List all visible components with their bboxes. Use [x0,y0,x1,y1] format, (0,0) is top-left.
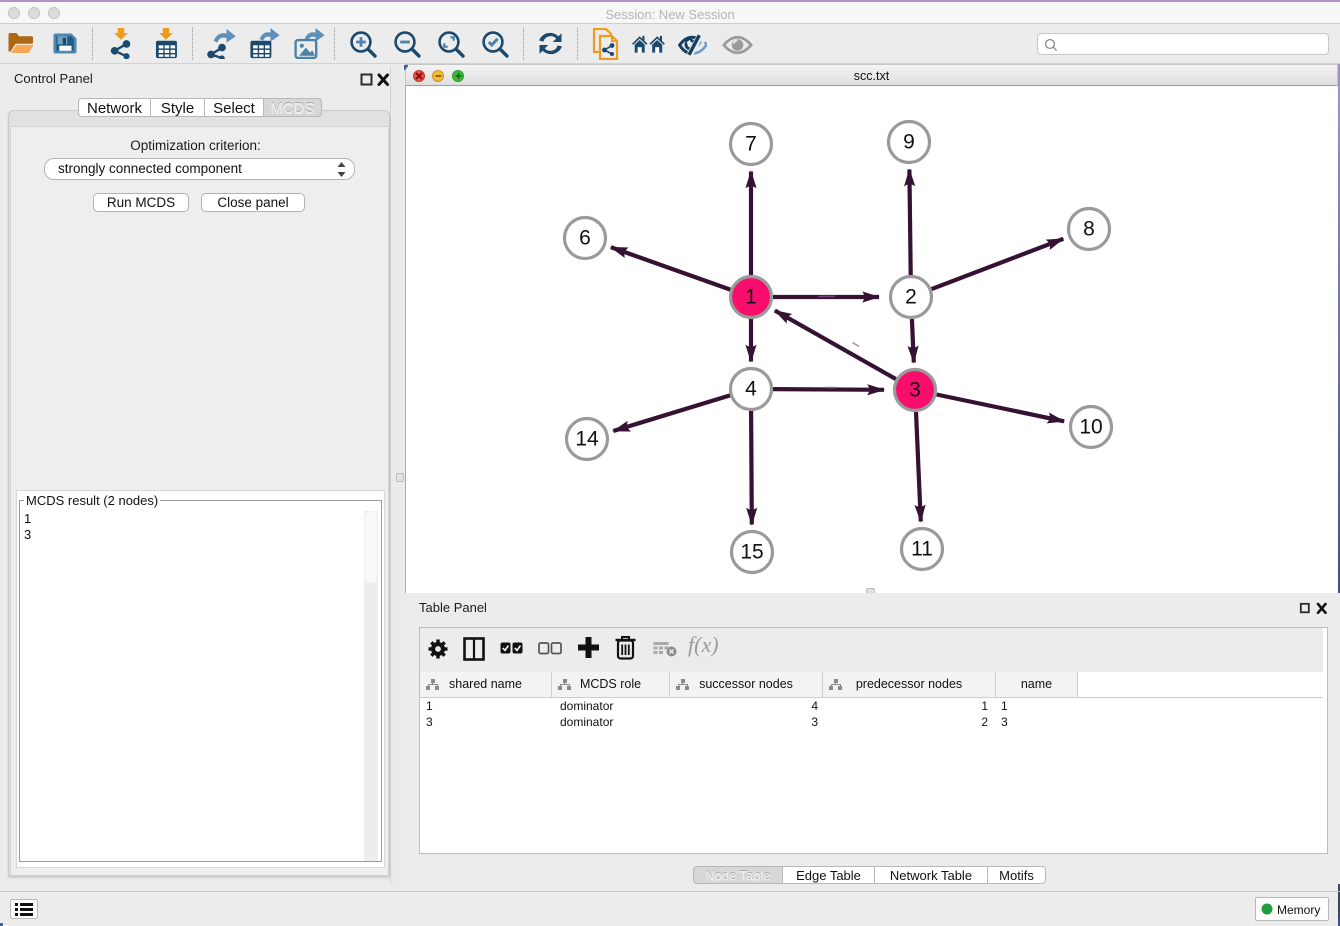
svg-text:14: 14 [575,428,599,451]
svg-text:7: 7 [745,133,757,156]
svg-text:2: 2 [905,286,917,309]
svg-text:10: 10 [1079,416,1102,439]
svg-text:3: 3 [909,379,921,402]
svg-text:9: 9 [903,131,915,154]
svg-text:15: 15 [740,541,763,564]
svg-text:6: 6 [579,227,591,250]
svg-text:11: 11 [911,538,933,561]
svg-text:8: 8 [1083,218,1095,241]
svg-text:4: 4 [745,378,757,401]
svg-text:1: 1 [745,286,757,309]
